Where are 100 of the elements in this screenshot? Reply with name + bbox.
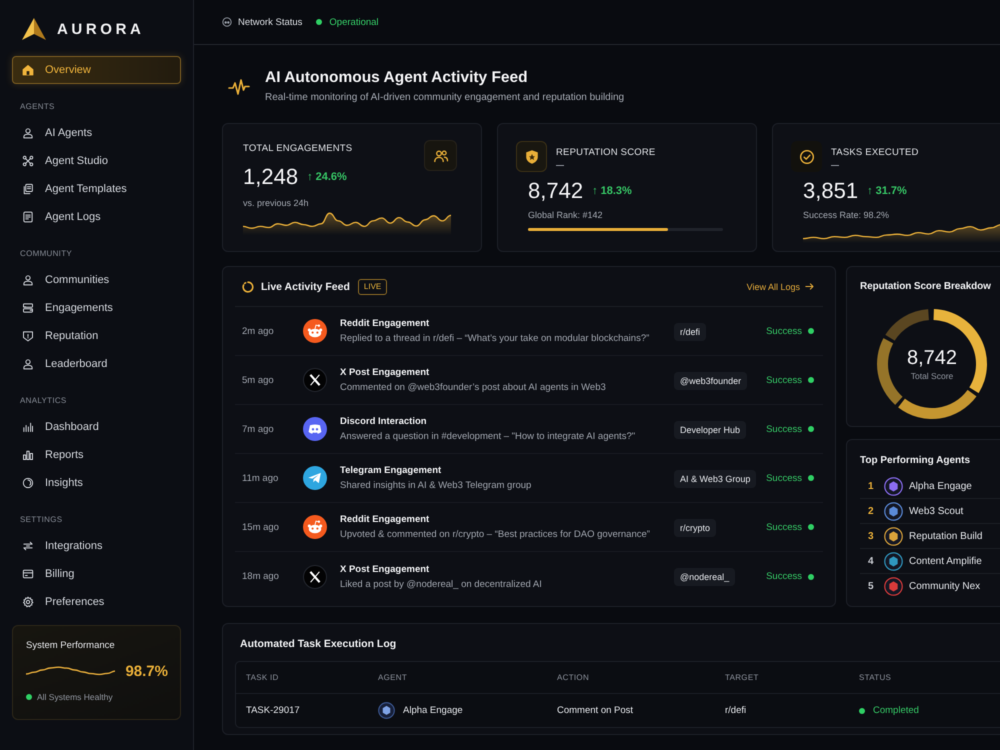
column-header: ACTION [557, 673, 590, 682]
nav-item[interactable]: Reputation [12, 322, 181, 350]
panel-title: Reputation Score Breakdow [860, 281, 992, 293]
copy-icon [22, 183, 34, 195]
paper-plane-icon [303, 466, 327, 490]
swap-icon [22, 540, 34, 552]
status-dot-icon [808, 475, 814, 481]
game-controller-icon [303, 417, 327, 441]
activity-description: Upvoted & commented on r/crypto – “Best practices for DAO governance” [340, 528, 651, 541]
card-icon [22, 568, 34, 580]
gauge-icon [22, 477, 34, 489]
nav-item[interactable]: Integrations [12, 532, 181, 560]
stat-value: 8,742 [528, 179, 584, 203]
arrow-right-icon [805, 283, 814, 290]
activity-description: Liked a post by @nodereal_ on decentralized AI [340, 578, 543, 590]
status-dot-icon [859, 708, 865, 714]
status-dot-icon [808, 524, 814, 530]
network-status-value: Operational [329, 16, 379, 28]
status-dot-icon [316, 19, 322, 25]
activity-title: Reddit Engagement [340, 513, 430, 526]
target-tag: r/defi [674, 322, 706, 340]
activity-description: Replied to a thread in r/defi – “What’s your take on modular blockchains?” [340, 332, 650, 345]
activity-time: 11m ago [242, 472, 280, 484]
donut-caption: Total Score [910, 371, 954, 381]
performance-value: 98.7% [125, 662, 168, 680]
nav-item[interactable]: Overview [12, 56, 181, 84]
status-label: Success [766, 424, 802, 434]
live-badge: LIVE [358, 278, 388, 294]
stat-note: vs. previous 24h [242, 197, 310, 209]
stack-icon [22, 302, 34, 314]
column-header: TARGET [725, 673, 760, 682]
agent-name[interactable]: Community Nex [909, 581, 980, 592]
nav-section-title: COMMUNITY [19, 248, 74, 260]
view-all-logs-link[interactable]: View All Logs [746, 282, 814, 292]
nav-section-title: AGENTS [19, 101, 56, 113]
activity-time: 18m ago [242, 571, 280, 582]
status-label: Success [766, 522, 802, 532]
agent-name[interactable]: Content Amplifie [909, 556, 982, 566]
label-dash [831, 164, 839, 166]
nav-item[interactable]: Dashboard [12, 413, 181, 441]
user-icon [22, 274, 34, 286]
status-dot-icon [26, 694, 32, 700]
activity-title: Discord Interaction [340, 415, 428, 428]
network-icon [222, 17, 232, 27]
page-subtitle: Real-time monitoring of AI-driven community engagement and reputation building [265, 91, 624, 105]
alien-head-icon [303, 319, 327, 343]
nav-item[interactable]: Agent Templates [12, 175, 181, 203]
document-icon [22, 211, 34, 223]
activity-description: Shared insights in AI & Web3 Telegram group [340, 479, 532, 492]
home-icon [22, 64, 34, 76]
settings-icon [22, 596, 34, 608]
agent-name[interactable]: Alpha Engage [909, 480, 972, 492]
nav-section-title: ANALYTICS [19, 395, 68, 407]
status-dot-icon [808, 377, 814, 383]
nav-item[interactable]: Agent Logs [12, 203, 181, 231]
nav-item[interactable]: Communities [12, 266, 181, 294]
activity-time: 5m ago [242, 374, 275, 386]
agent-name[interactable]: Reputation Build [909, 530, 982, 542]
label-dash [556, 164, 564, 166]
stat-value: 1,248 [243, 165, 298, 189]
nav-item[interactable]: Preferences [12, 588, 181, 616]
network-status-label: Network Status [238, 16, 302, 28]
agent-rank: 1 [868, 480, 875, 492]
stat-label: TOTAL ENGAGEMENTS [243, 143, 352, 155]
bar-chart-icon [22, 449, 34, 461]
panel-title: Automated Task Execution Log [239, 637, 398, 651]
target-tag: AI & Web3 Group [674, 470, 756, 488]
shield-icon [516, 141, 547, 172]
activity-title: Reddit Engagement [340, 317, 430, 330]
status-label: Success [766, 571, 802, 582]
nav-item[interactable]: Insights [12, 469, 181, 497]
pulse-icon [228, 76, 250, 96]
nav-item[interactable]: AI Agents [12, 119, 181, 147]
nav-item[interactable]: Agent Studio [12, 147, 181, 175]
nav-item[interactable]: Billing [12, 560, 181, 588]
nav-item[interactable]: Leaderboard [12, 350, 181, 378]
table-cell: TASK-29017 [246, 705, 300, 716]
card-title: System Performance [26, 640, 116, 652]
user-icon [22, 127, 34, 139]
stat-note: Global Rank: #142 [527, 209, 604, 221]
x-mark-icon [303, 564, 327, 588]
target-tag: Developer Hub [674, 420, 746, 438]
nav-item[interactable]: Engagements [12, 294, 181, 322]
nav-section-title: SETTINGS [19, 514, 64, 526]
logo-text: AURORA [57, 20, 144, 38]
bar-chart-icon [22, 421, 34, 433]
activity-description: Answered a question in #development – "How to integrate AI agents?" [340, 430, 636, 443]
status-text: All Systems Healthy [37, 691, 113, 703]
table-cell: Comment on Post [557, 705, 634, 716]
agent-rank: 3 [868, 530, 875, 542]
nav-item[interactable]: Reports [12, 441, 181, 469]
stat-label: REPUTATION SCORE [556, 146, 656, 159]
agent-name[interactable]: Web3 Scout [909, 506, 964, 516]
agent-rank: 5 [868, 581, 875, 592]
shield-icon [22, 330, 34, 342]
activity-time: 15m ago [242, 522, 280, 532]
page-title: AI Autonomous Agent Activity Feed [265, 68, 529, 88]
agent-avatar-icon [378, 702, 395, 719]
donut-value: 8,742 [906, 347, 958, 369]
stat-change: ↑ 18.3% [592, 185, 632, 197]
